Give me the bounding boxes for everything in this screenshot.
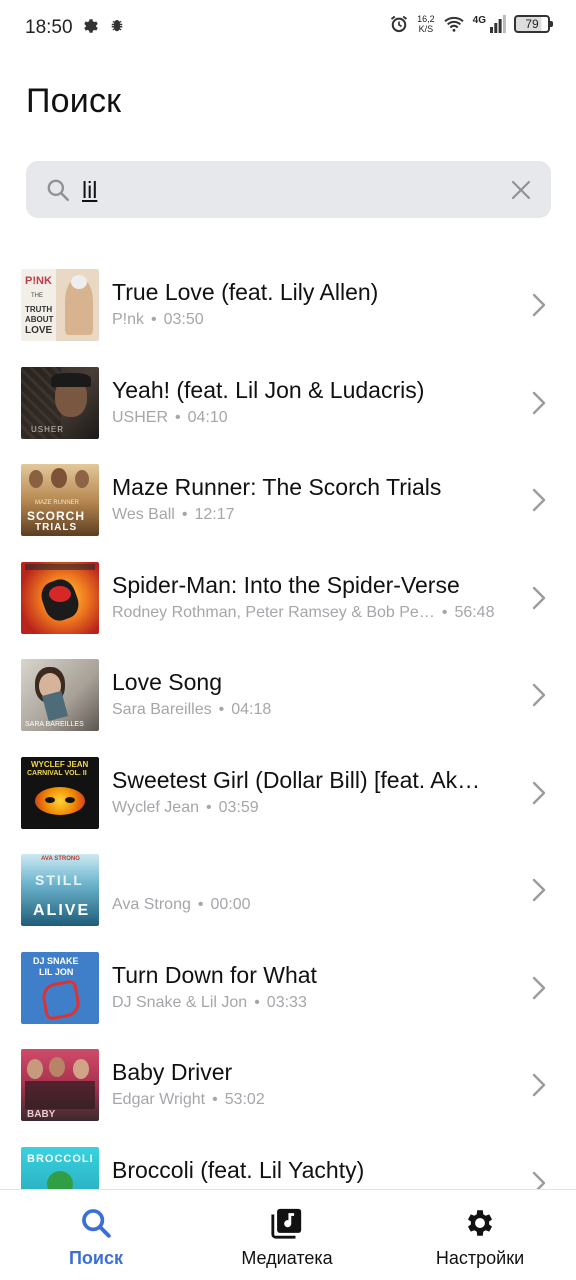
status-time: 18:50 xyxy=(25,17,73,38)
track-title: Turn Down for What xyxy=(112,961,317,988)
page-title: Поиск xyxy=(26,82,122,120)
track-title: Love Song xyxy=(112,669,222,695)
track-title: Yeah! (feat. Lil Jon & Ludacris) xyxy=(112,376,425,403)
nav-tab-search-label: Поиск xyxy=(68,1248,124,1268)
list-item[interactable]: WYCLEF JEAN CARNIVAL VOL. II Sweetest Gi… xyxy=(0,743,576,841)
list-item[interactable]: AVA STRONG STILL ALIVE Ava Strong • 00:00 xyxy=(0,840,576,938)
list-item[interactable]: SARA BAREILLES Love Song Sara Bareilles •… xyxy=(0,645,576,743)
network-type: 4G xyxy=(472,14,486,26)
track-title: Baby Driver xyxy=(112,1059,233,1085)
track-subtitle: Wes Ball • 12:17 xyxy=(112,506,235,523)
track-title: Spider-Man: Into the Spider-Verse xyxy=(112,571,460,598)
search-box[interactable] xyxy=(26,161,551,218)
album-cover xyxy=(21,561,99,634)
bottom-nav: Поиск Медиатека Настройки xyxy=(0,1189,576,1280)
results-list: P!NK THE TRUTH ABOUT LOVE True Love (fea… xyxy=(0,255,576,1230)
list-item[interactable]: USHER Yeah! (feat. Lil Jon & Ludacris) U… xyxy=(0,353,576,451)
nav-tab-search[interactable]: Поиск xyxy=(40,1190,152,1280)
chevron-right-icon xyxy=(532,878,546,902)
track-title: Maze Runner: The Scorch Trials xyxy=(112,474,442,500)
album-cover: USHER xyxy=(21,366,99,439)
nav-tab-library[interactable]: Медиатека xyxy=(222,1190,352,1280)
album-cover: BABY xyxy=(21,1049,99,1121)
list-item[interactable]: MAZE RUNNER SCORCH TRIALS Maze Runner: T… xyxy=(0,450,576,548)
chevron-right-icon xyxy=(532,293,546,317)
net-speed: 16,2 K/S xyxy=(417,14,435,34)
close-icon[interactable] xyxy=(509,178,533,202)
chevron-right-icon xyxy=(532,488,546,512)
music-library-icon xyxy=(271,1208,302,1239)
chevron-right-icon xyxy=(532,683,546,707)
search-icon xyxy=(82,1209,111,1238)
chevron-right-icon xyxy=(532,391,546,414)
track-title: Broccoli (feat. Lil Yachty) xyxy=(112,1156,365,1183)
nav-tab-library-label: Медиатека xyxy=(241,1248,333,1268)
wifi-icon xyxy=(443,16,464,32)
chevron-right-icon xyxy=(532,1073,546,1097)
album-cover: P!NK THE TRUTH ABOUT LOVE xyxy=(21,269,99,341)
search-icon xyxy=(47,179,70,202)
chevron-right-icon xyxy=(532,586,546,609)
album-cover: MAZE RUNNER SCORCH TRIALS xyxy=(21,464,99,536)
track-subtitle: USHER • 04:10 xyxy=(112,408,228,426)
chevron-right-icon xyxy=(532,976,546,999)
album-cover: AVA STRONG STILL ALIVE xyxy=(21,854,99,926)
track-subtitle: DJ Snake & Lil Jon • 03:33 xyxy=(112,993,307,1011)
signal-icon xyxy=(490,15,506,33)
album-cover: SARA BAREILLES xyxy=(21,659,99,731)
track-subtitle: Wyclef Jean • 03:59 xyxy=(112,798,259,816)
list-item[interactable]: P!NK THE TRUTH ABOUT LOVE True Love (fea… xyxy=(0,255,576,353)
list-item[interactable]: BABY Baby Driver Edgar Wright • 53:02 xyxy=(0,1035,576,1133)
album-cover: WYCLEF JEAN CARNIVAL VOL. II xyxy=(21,756,99,829)
track-subtitle: Sara Bareilles • 04:18 xyxy=(112,701,272,718)
track-title: Sweetest Girl (Dollar Bill) [feat. Ak… xyxy=(112,766,481,793)
gear-icon xyxy=(467,1210,493,1236)
chevron-right-icon xyxy=(532,781,546,804)
track-subtitle: Edgar Wright • 53:02 xyxy=(112,1091,265,1108)
track-subtitle: Ava Strong • 00:00 xyxy=(112,896,251,913)
track-subtitle: Rodney Rothman, Peter Ramsey & Bob Pe… • 5… xyxy=(112,603,495,621)
list-item[interactable]: Spider-Man: Into the Spider-Verse Rodney… xyxy=(0,548,576,646)
list-item[interactable]: DJ SNAKE LIL JON Turn Down for What DJ S… xyxy=(0,938,576,1036)
track-subtitle: P!nk • 03:50 xyxy=(112,311,204,328)
album-cover: DJ SNAKE LIL JON xyxy=(21,951,99,1024)
track-title: True Love (feat. Lily Allen) xyxy=(112,279,379,305)
battery-indicator: 79 xyxy=(514,15,553,33)
status-bar: 18:50 16,2 K/S 4G 79 xyxy=(0,0,576,58)
nav-tab-settings[interactable]: Настройки xyxy=(420,1190,540,1280)
search-input[interactable] xyxy=(82,173,482,207)
alarm-icon xyxy=(391,15,408,33)
nav-tab-settings-label: Настройки xyxy=(435,1248,525,1268)
bug-status-icon xyxy=(111,20,123,32)
gear-status-icon xyxy=(84,19,98,33)
